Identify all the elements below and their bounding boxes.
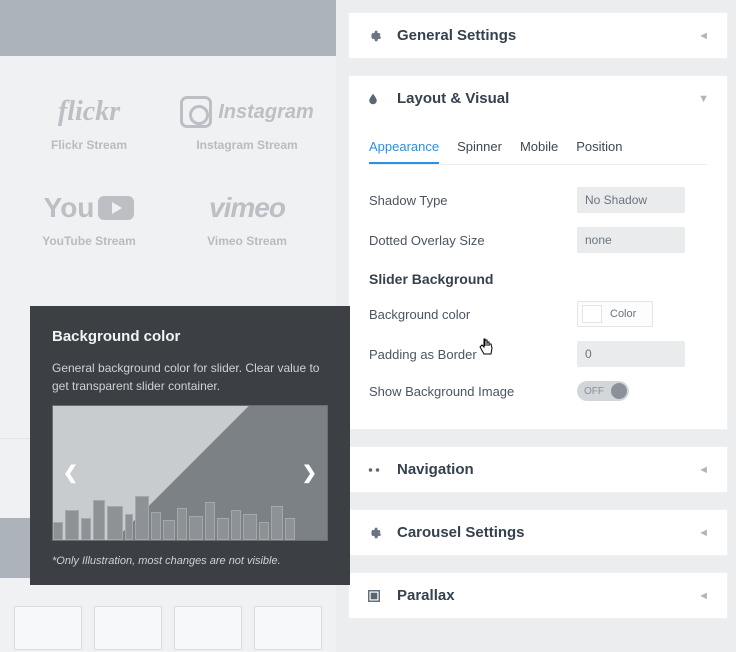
accordion-layout: Layout & Visual ▼ Appearance Spinner Mob… [348, 75, 728, 430]
label-overlay-size: Dotted Overlay Size [369, 233, 577, 248]
row-shadow-type: Shadow Type No Shadow [369, 187, 707, 213]
accordion-title: General Settings [397, 27, 698, 44]
label-show-bg-image: Show Background Image [369, 384, 577, 399]
accordion-title: Layout & Visual [397, 90, 698, 107]
stream-vimeo[interactable]: vimeo Vimeo Stream [168, 176, 326, 272]
accordion-title: Parallax [397, 587, 698, 604]
select-overlay-size[interactable]: none [577, 227, 685, 253]
color-button-label: Color [606, 308, 640, 320]
accordion-body: Appearance Spinner Mobile Position Shado… [349, 121, 727, 429]
tab-spinner[interactable]: Spinner [457, 139, 502, 164]
vimeo-label: Vimeo Stream [168, 234, 326, 248]
layers-icon [367, 588, 383, 604]
accordion-carousel[interactable]: Carousel Settings ◄ [348, 509, 728, 556]
skyline-graphic [53, 494, 327, 540]
tooltip-description: General background color for slider. Cle… [52, 359, 328, 395]
label-padding-border: Padding as Border [369, 347, 577, 362]
gear-icon [367, 28, 383, 44]
color-picker[interactable]: Color [577, 301, 653, 327]
tooltip-illustration: ❮ ❯ [52, 405, 328, 541]
section-slider-background: Slider Background [369, 271, 707, 287]
chevron-left-icon: ◄ [698, 30, 709, 42]
thumbnail[interactable] [174, 606, 242, 650]
toggle-knob [611, 383, 627, 399]
youtube-label: YouTube Stream [10, 234, 168, 248]
stream-youtube[interactable]: You YouTube Stream [10, 176, 168, 272]
chevron-left-icon: ◄ [698, 464, 709, 476]
row-show-bg-image: Show Background Image OFF [369, 381, 707, 401]
tooltip-title: Background color [52, 328, 328, 345]
camera-icon [180, 96, 212, 128]
stream-grid: flickr Flickr Stream Instagram Instagram… [0, 60, 336, 292]
left-header-bar [0, 0, 336, 56]
label-background-color: Background color [369, 307, 577, 322]
instagram-logo: Instagram [168, 92, 326, 132]
thumbnail[interactable] [254, 606, 322, 650]
instagram-label: Instagram Stream [168, 138, 326, 152]
tooltip: Background color General background colo… [30, 306, 350, 585]
row-overlay-size: Dotted Overlay Size none [369, 227, 707, 253]
flickr-logo: flickr [10, 92, 168, 132]
youtube-logo: You [10, 188, 168, 228]
tab-mobile[interactable]: Mobile [520, 139, 558, 164]
tooltip-note: *Only Illustration, most changes are not… [52, 555, 328, 567]
chevron-right-icon: ❯ [302, 463, 317, 484]
tab-position[interactable]: Position [576, 139, 622, 164]
select-shadow-type[interactable]: No Shadow [577, 187, 685, 213]
chevron-down-icon: ▼ [698, 93, 709, 105]
accordion-parallax[interactable]: Parallax ◄ [348, 572, 728, 619]
toggle-show-bg-image[interactable]: OFF [577, 381, 629, 401]
label-shadow-type: Shadow Type [369, 193, 577, 208]
dots-icon [367, 462, 383, 478]
input-padding-border[interactable] [577, 341, 685, 367]
flickr-label: Flickr Stream [10, 138, 168, 152]
toggle-off-label: OFF [584, 386, 604, 397]
accordion-title: Navigation [397, 461, 698, 478]
gear-icon [367, 525, 383, 541]
tabs: Appearance Spinner Mobile Position [369, 139, 707, 165]
droplet-icon [367, 91, 383, 107]
chevron-left-icon: ❮ [63, 463, 78, 484]
accordion-title: Carousel Settings [397, 524, 698, 541]
chevron-left-icon: ◄ [698, 590, 709, 602]
stream-instagram[interactable]: Instagram Instagram Stream [168, 80, 326, 176]
accordion-navigation[interactable]: Navigation ◄ [348, 446, 728, 493]
accordion-general[interactable]: General Settings ◄ [348, 12, 728, 59]
chevron-left-icon: ◄ [698, 527, 709, 539]
stream-flickr[interactable]: flickr Flickr Stream [10, 80, 168, 176]
vimeo-logo: vimeo [168, 188, 326, 228]
settings-panel: General Settings ◄ Layout & Visual ▼ App… [348, 0, 728, 652]
thumbnail-row [0, 600, 336, 652]
accordion-layout-header[interactable]: Layout & Visual ▼ [349, 76, 727, 121]
row-padding-border: Padding as Border [369, 341, 707, 367]
thumbnail[interactable] [14, 606, 82, 650]
row-background-color: Background color Color [369, 301, 707, 327]
color-swatch [582, 305, 602, 323]
thumbnail[interactable] [94, 606, 162, 650]
tab-appearance[interactable]: Appearance [369, 139, 439, 164]
play-icon [98, 196, 134, 220]
